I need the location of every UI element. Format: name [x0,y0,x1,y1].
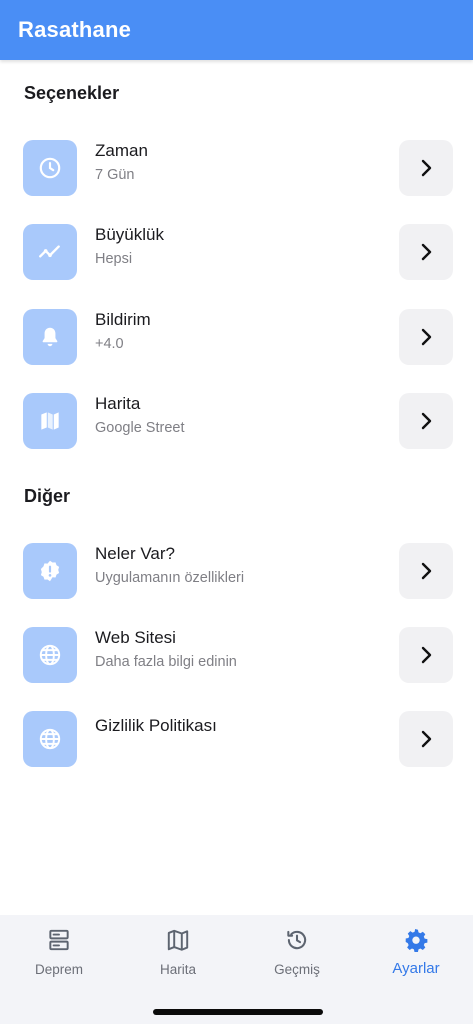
chevron-right-button[interactable] [399,393,453,449]
settings-row-notification[interactable]: Bildirim +4.0 [0,309,473,367]
chevron-right-button[interactable] [399,140,453,196]
globe-icon [23,711,77,767]
settings-row-whats-new[interactable]: Neler Var? Uygulamanın özellikleri [0,543,473,601]
section-title-other: Diğer [24,486,71,506]
bottom-tab-bar: Deprem Harita Geçmiş Ayarlar [0,915,473,1024]
row-subtitle: +4.0 [95,336,124,352]
row-subtitle: Uygulamanın özellikleri [95,570,245,586]
tab-label: Ayarlar [392,960,440,977]
tab-gecmis[interactable]: Geçmiş [238,927,356,983]
settings-screen: Rasathane Seçenekler Zaman 7 Gün Büyüklü… [0,0,473,1024]
bell-icon [23,309,77,365]
chevron-right-icon [421,159,432,177]
section-title-options: Seçenekler [24,83,120,103]
home-indicator [153,1009,323,1015]
globe-icon [23,627,77,683]
row-title: Neler Var? [95,544,175,563]
map-icon [167,929,189,951]
alert-badge-icon [23,543,77,599]
settings-row-magnitude[interactable]: Büyüklük Hepsi [0,224,473,282]
app-title: Rasathane [18,17,132,42]
row-title: Harita [95,394,141,413]
tab-label: Deprem [34,962,83,977]
chevron-right-button[interactable] [399,543,453,599]
tab-label: Harita [159,962,196,977]
tab-ayarlar[interactable]: Ayarlar [357,927,473,983]
chevron-right-icon [421,562,432,580]
row-title: Gizlilik Politikası [95,716,217,735]
settings-row-time[interactable]: Zaman 7 Gün [0,140,473,198]
row-subtitle: Daha fazla bilgi edinin [95,654,237,670]
row-title: Web Sitesi [95,628,176,647]
clock-icon [23,140,77,196]
gear-icon [405,929,428,953]
settings-row-website[interactable]: Web Sitesi Daha fazla bilgi edinin [0,627,473,685]
row-subtitle: 7 Gün [95,167,135,183]
tab-deprem[interactable]: Deprem [0,927,118,983]
app-header: Rasathane [0,0,473,60]
row-title: Bildirim [95,310,151,329]
chevron-right-icon [421,412,432,430]
row-subtitle: Hepsi [95,251,133,267]
tab-label: Geçmiş [274,962,320,977]
chevron-right-icon [421,730,432,748]
settings-row-map[interactable]: Harita Google Street [0,393,473,451]
chevron-right-icon [421,646,432,664]
chevron-right-button[interactable] [399,309,453,365]
history-icon [287,930,307,950]
row-title: Büyüklük [95,225,164,244]
chevron-right-button[interactable] [399,224,453,280]
tab-harita[interactable]: Harita [119,927,237,983]
server-icon [49,929,69,951]
map-icon [23,393,77,449]
row-title: Zaman [95,141,148,160]
chevron-right-icon [421,328,432,346]
chevron-right-button[interactable] [399,627,453,683]
chevron-right-icon [421,243,432,261]
row-subtitle: Google Street [95,420,185,436]
settings-row-privacy[interactable]: Gizlilik Politikası [0,711,473,769]
chevron-right-button[interactable] [399,711,453,767]
trend-line-icon [23,224,77,280]
